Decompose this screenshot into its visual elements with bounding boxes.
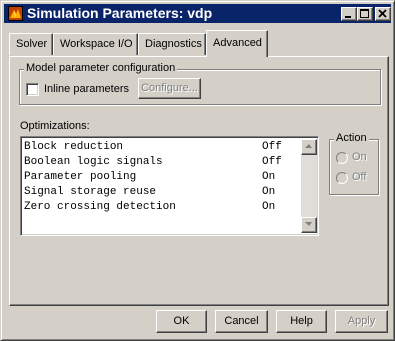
tab-advanced[interactable]: Advanced bbox=[206, 30, 268, 57]
action-off-label[interactable]: Off bbox=[352, 171, 366, 183]
dialog-window: Simulation Parameters: vdp Solver Worksp… bbox=[0, 0, 395, 341]
action-on-label[interactable]: On bbox=[352, 151, 367, 163]
action-off-radio[interactable] bbox=[336, 172, 348, 184]
action-group-title: Action bbox=[334, 132, 369, 144]
inline-parameters-checkbox[interactable] bbox=[26, 83, 39, 96]
list-item-value: On bbox=[262, 186, 276, 198]
close-icon bbox=[378, 9, 387, 18]
list-item-name: Signal storage reuse bbox=[24, 186, 157, 198]
vertical-scrollbar[interactable] bbox=[301, 139, 317, 233]
list-item-value: On bbox=[262, 171, 276, 183]
help-button[interactable]: Help bbox=[276, 310, 327, 333]
close-button[interactable] bbox=[375, 7, 391, 21]
maximize-icon bbox=[360, 9, 369, 18]
scroll-up-button[interactable] bbox=[301, 139, 317, 155]
window-title: Simulation Parameters: vdp bbox=[27, 5, 213, 21]
cancel-button[interactable]: Cancel bbox=[215, 310, 268, 333]
arrow-up-icon bbox=[305, 144, 312, 148]
model-parameter-group-title: Model parameter configuration bbox=[24, 62, 178, 74]
title-bar[interactable]: Simulation Parameters: vdp bbox=[4, 4, 391, 23]
list-item-name: Parameter pooling bbox=[24, 171, 137, 183]
tab-diagnostics[interactable]: Diagnostics bbox=[138, 33, 206, 55]
list-item-name: Boolean logic signals bbox=[24, 156, 163, 168]
list-item-value: Off bbox=[262, 156, 282, 168]
list-item[interactable]: Signal storage reuse On bbox=[24, 185, 304, 200]
optimizations-label: Optimizations: bbox=[20, 120, 90, 132]
ok-button[interactable]: OK bbox=[156, 310, 207, 333]
list-item-name: Block reduction bbox=[24, 141, 124, 153]
matlab-logo-icon[interactable] bbox=[8, 6, 23, 21]
configure-button[interactable]: Configure... bbox=[138, 78, 201, 99]
list-item[interactable]: Boolean logic signals Off bbox=[24, 155, 304, 170]
action-groupbox bbox=[329, 139, 379, 195]
list-item-value: On bbox=[262, 201, 276, 213]
maximize-button[interactable] bbox=[357, 7, 373, 21]
arrow-down-icon bbox=[305, 222, 312, 226]
optimizations-listbox[interactable]: Block reduction Off Boolean logic signal… bbox=[20, 136, 319, 236]
inline-parameters-label[interactable]: Inline parameters bbox=[44, 83, 129, 95]
minimize-icon bbox=[345, 16, 351, 18]
action-on-radio[interactable] bbox=[336, 152, 348, 164]
minimize-button[interactable] bbox=[341, 7, 357, 21]
apply-button[interactable]: Apply bbox=[335, 310, 388, 333]
tab-workspace-io[interactable]: Workspace I/O bbox=[53, 33, 138, 55]
list-item-value: Off bbox=[262, 141, 282, 153]
tab-solver[interactable]: Solver bbox=[9, 33, 53, 55]
advanced-tab-panel: Model parameter configuration Inline par… bbox=[9, 56, 389, 306]
list-item[interactable]: Zero crossing detection On bbox=[24, 200, 304, 215]
list-item[interactable]: Block reduction Off bbox=[24, 140, 304, 155]
scroll-down-button[interactable] bbox=[301, 217, 317, 233]
list-item-name: Zero crossing detection bbox=[24, 201, 176, 213]
list-item[interactable]: Parameter pooling On bbox=[24, 170, 304, 185]
